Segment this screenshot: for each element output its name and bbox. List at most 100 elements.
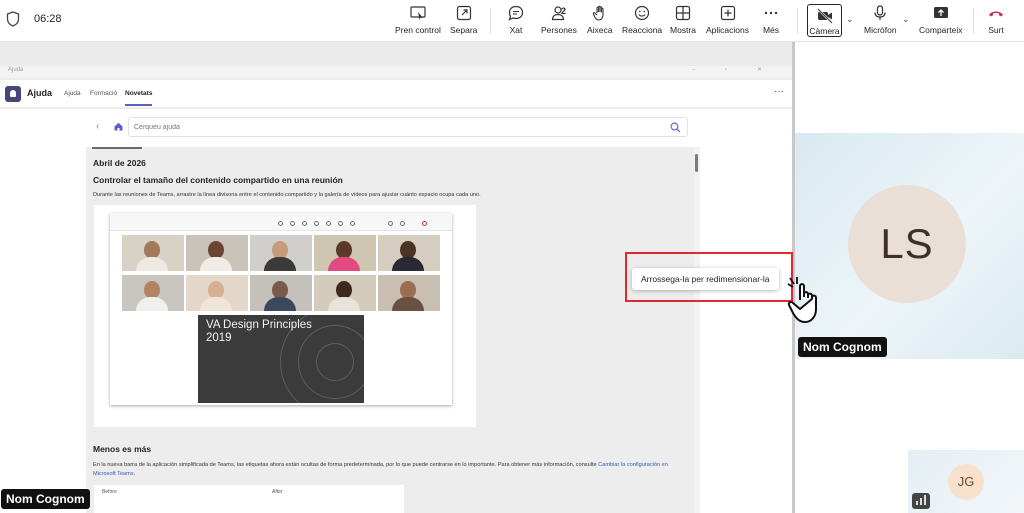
shared-window-title: Ajuda <box>8 67 24 73</box>
apps-button[interactable]: Aplicacions <box>706 4 749 38</box>
view-label: Mostra <box>670 25 696 35</box>
image-toolbar-icon <box>290 221 295 226</box>
image-toolbar-icon <box>400 221 405 226</box>
share-screen-icon <box>933 7 948 18</box>
more-button[interactable]: Més <box>762 4 780 38</box>
help-app-logo-icon <box>5 86 21 102</box>
signal-strength-icon <box>912 493 930 509</box>
shared-window-titlebar: Ajuda – ▫ ✕ <box>0 66 792 78</box>
window-controls: – ▫ ✕ <box>692 67 776 73</box>
participant-avatar: LS <box>848 185 966 303</box>
meeting-toolbar: 06:28 Pren control Separa Xat 2 Persones… <box>0 0 1024 42</box>
people-count: 2 <box>561 6 567 16</box>
comparison-table: Before After <box>94 485 404 513</box>
video-tile <box>250 275 312 311</box>
chat-label: Xat <box>509 25 523 35</box>
leave-button[interactable]: Surt <box>987 4 1005 38</box>
toolbar-divider <box>973 8 974 34</box>
article-divider <box>92 147 142 149</box>
toolbar-divider <box>797 8 798 34</box>
back-arrow-icon[interactable]: ‹ <box>96 121 99 132</box>
article-paragraph: Durante las reuniones de Teams, arrastre… <box>93 192 481 198</box>
image-toolbar-icon <box>388 221 393 226</box>
search-icon[interactable] <box>670 122 681 133</box>
apps-label: Aplicacions <box>706 25 749 35</box>
leave-label: Surt <box>988 25 1004 35</box>
article-date: Abril de 2026 <box>93 158 146 168</box>
article-paragraph-2-end: . <box>133 471 136 477</box>
article-scrollbar[interactable] <box>694 147 700 513</box>
help-app-header: Ajuda Ajuda Formació Novetats ··· <box>0 80 792 108</box>
take-control-button[interactable]: Pren control <box>395 4 441 38</box>
article-heading-2: Menos es más <box>93 444 152 454</box>
mic-button[interactable]: Micròfon <box>864 4 897 38</box>
image-toolbar-icon <box>302 221 307 226</box>
image-toolbar <box>110 213 452 231</box>
video-tile <box>378 235 440 271</box>
chat-button[interactable]: Xat <box>507 4 525 38</box>
video-tile <box>250 235 312 271</box>
article-heading: Controlar el tamaño del contenido compar… <box>93 175 343 185</box>
mic-label: Micròfon <box>864 25 897 35</box>
meeting-info: 06:28 <box>6 11 62 27</box>
home-icon[interactable] <box>114 122 123 131</box>
image-toolbar-icon <box>338 221 343 226</box>
tab-ajuda[interactable]: Ajuda <box>64 90 81 97</box>
share-label: Comparteix <box>919 25 963 35</box>
view-button[interactable]: Mostra <box>670 4 696 38</box>
video-tile <box>314 275 376 311</box>
people-label: Persones <box>541 25 577 35</box>
camera-options-chevron-icon[interactable]: ⌄ <box>846 14 854 25</box>
hand-icon <box>592 5 604 21</box>
raise-hand-label: Aixeca <box>587 25 613 35</box>
camera-off-icon <box>816 8 833 24</box>
shield-icon <box>6 11 20 27</box>
raise-hand-button[interactable]: Aixeca <box>587 4 613 38</box>
share-button[interactable]: Comparteix <box>919 4 962 38</box>
add-app-icon <box>720 5 735 21</box>
article-paragraph-2-text: En la nueva barra de la aplicación simpl… <box>93 462 597 468</box>
participant-name-badge: Nom Cognom <box>798 337 887 357</box>
camera-label: Càmera <box>809 26 840 36</box>
mic-options-chevron-icon[interactable]: ⌄ <box>902 14 910 25</box>
people-button[interactable]: 2 Persones <box>541 4 577 38</box>
help-more-icon[interactable]: ··· <box>774 86 784 97</box>
image-toolbar-icon <box>350 221 355 226</box>
help-search-box[interactable] <box>128 117 688 137</box>
video-tile <box>122 275 184 311</box>
take-control-label: Pren control <box>395 25 441 35</box>
scrollbar-thumb[interactable] <box>695 154 698 172</box>
tab-novetats[interactable]: Novetats <box>125 90 153 106</box>
help-app-name: Ajuda <box>27 88 53 98</box>
hand-cursor-icon <box>787 277 817 323</box>
article-image: VA Design Principles 2019 <box>94 205 476 427</box>
more-icon <box>764 11 778 15</box>
image-toolbar-icon <box>326 221 331 226</box>
table-header-before: Before <box>102 489 117 495</box>
help-body: ‹ Abril de 2026 Controlar el tamaño del … <box>0 109 792 513</box>
video-tile <box>122 235 184 271</box>
video-tile <box>314 235 376 271</box>
help-article: Abril de 2026 Controlar el tamaño del co… <box>86 147 694 513</box>
hang-up-icon <box>989 11 1003 17</box>
resize-tooltip: Arrossega-la per redimensionar-la <box>632 268 779 290</box>
teams-meeting-image: VA Design Principles 2019 <box>110 213 452 405</box>
chat-icon <box>508 5 524 21</box>
help-search-input[interactable] <box>134 121 654 134</box>
article-paragraph-2: En la nueva barra de la aplicación simpl… <box>93 461 683 479</box>
microphone-icon <box>874 5 886 20</box>
separate-label: Separa <box>450 25 478 35</box>
image-toolbar-icon <box>422 221 427 226</box>
video-tile <box>378 275 440 311</box>
presenter-name-badge: Nom Cognom <box>1 489 90 509</box>
toolbar-divider <box>490 8 491 34</box>
separate-button[interactable]: Separa <box>450 4 477 38</box>
tab-formacio[interactable]: Formació <box>90 90 117 97</box>
video-tile <box>186 275 248 311</box>
slide-decoration <box>316 343 354 381</box>
react-button[interactable]: Reacciona <box>622 4 662 38</box>
camera-button[interactable]: Càmera <box>807 4 842 37</box>
pop-out-icon <box>456 5 471 21</box>
smiley-icon <box>634 5 650 21</box>
participant-avatar-small: JG <box>948 464 984 500</box>
